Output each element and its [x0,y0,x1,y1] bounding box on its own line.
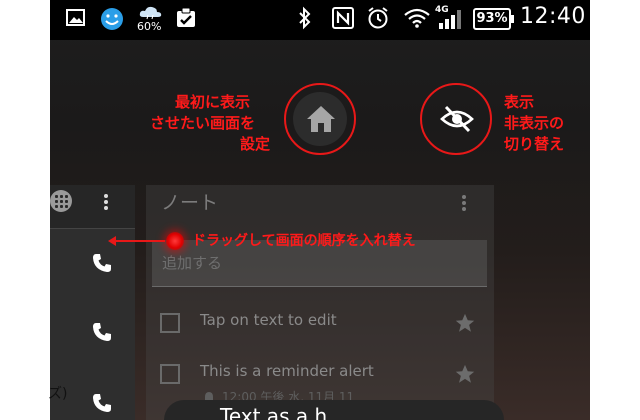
visibility-annotation-line-3: 切り替え [504,135,565,153]
star-icon[interactable] [454,312,476,338]
home-annotation-line-1: 最初に表示 [175,93,251,111]
star-icon[interactable] [454,363,476,389]
weather-percent: 60% [137,20,162,33]
phone-icon[interactable] [92,393,112,417]
home-annotation-line-3: 設定 [240,135,271,153]
drag-annotation: ドラッグして画面の順序を入れ替え [192,233,416,249]
drag-arrow-head [108,236,116,246]
bluetooth-icon [298,6,312,30]
alarm-icon [366,6,390,30]
home-annotation-line-2: させたい画面を [150,114,256,132]
smiley-icon [100,7,124,31]
eye-off-icon [440,105,474,133]
signal-icon [438,9,462,29]
todo-text[interactable]: Tap on text to edit [200,311,337,329]
home-icon [307,106,335,132]
left-card-header [50,185,135,229]
todo-item[interactable]: This is a reminder alert [160,360,490,390]
phone-icon[interactable] [92,253,112,277]
clock: 12:40 [520,4,586,29]
gallery-icon [66,8,86,28]
clipboard-check-icon [175,7,197,29]
note-title: ノート [161,192,219,214]
home-button[interactable] [284,83,356,155]
wifi-icon [404,8,430,28]
todo-checkbox[interactable] [160,364,180,384]
note-menu-icon[interactable] [462,195,466,213]
visibility-toggle-button[interactable] [420,83,492,155]
outside-text: ズ) [48,386,68,402]
drag-touch-point [166,232,184,250]
todo-text[interactable]: This is a reminder alert [200,362,374,380]
phone-screen: 60% 4G 93% 12:40 最初に表示 させたい画面を 設定 表示 非表示… [50,0,590,420]
phone-icon[interactable] [92,322,112,346]
drag-arrow [113,240,165,242]
todo-item[interactable]: Tap on text to edit [160,309,490,339]
status-bar: 60% 4G 93% 12:40 [50,0,590,40]
note-card[interactable]: ノート 追加する Tap on text to edit This is a r… [146,185,494,420]
visibility-annotation-line-1: 表示 [504,93,535,111]
left-menu-icon[interactable] [104,194,108,212]
weather-icon [138,4,164,20]
battery-indicator: 93% [473,8,514,30]
visibility-annotation-line-2: 非表示の [504,114,565,132]
grid-icon[interactable] [50,190,72,212]
todo-checkbox[interactable] [160,313,180,333]
nfc-icon [332,7,354,29]
text-input-bar[interactable] [164,400,504,420]
text-input-label: Text as a h [220,404,328,420]
